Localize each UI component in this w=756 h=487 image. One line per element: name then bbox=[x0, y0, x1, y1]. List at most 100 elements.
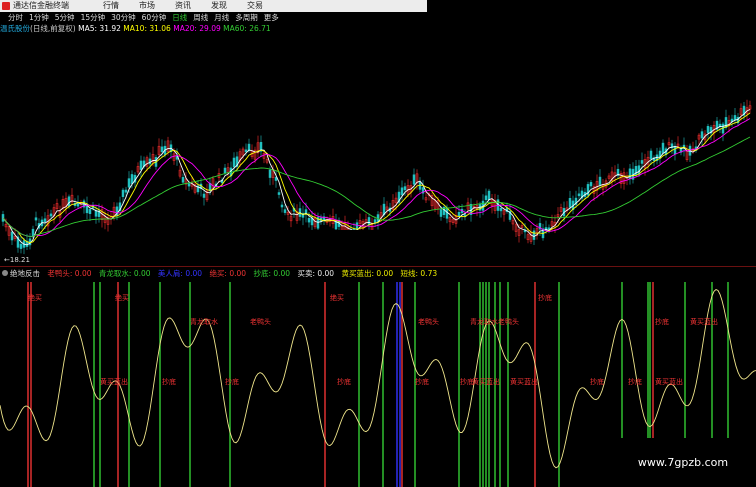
signal-label: 抄底 bbox=[415, 377, 429, 386]
signal-label: 青龙取水 bbox=[470, 317, 498, 326]
indicator-icon[interactable] bbox=[2, 270, 8, 276]
candle-body bbox=[403, 186, 407, 191]
signal-label: 老鸭头 bbox=[250, 317, 271, 326]
period-monthly[interactable]: 月线 bbox=[214, 12, 229, 23]
candle-body bbox=[412, 174, 416, 185]
period-intraday[interactable]: 分时 bbox=[8, 12, 23, 23]
ind-laoyatou: 老鸭头: 0.00 bbox=[47, 269, 92, 278]
title-bar: 通达信金融终端 行情 市场 资讯 发现 交易 bbox=[0, 0, 427, 12]
indicator-legend: 绝地反击 老鸭头: 0.00 青龙取水: 0.00 美人肩: 0.00 绝买: … bbox=[0, 269, 442, 279]
candle-body bbox=[577, 193, 581, 197]
signal-label: 老鸭头 bbox=[418, 317, 439, 326]
signal-label: 抄底 bbox=[162, 377, 176, 386]
period-more[interactable]: 更多 bbox=[264, 12, 279, 23]
signal-label: 黄买蓝出 bbox=[655, 377, 683, 386]
candle-body bbox=[67, 196, 71, 207]
ind-duanxian: 短线: 0.73 bbox=[400, 269, 438, 278]
ind-huangmai: 黄买蓝出: 0.00 bbox=[341, 269, 394, 278]
candle-body bbox=[202, 193, 206, 198]
ma60-line bbox=[2, 136, 751, 238]
candle-body bbox=[247, 143, 251, 151]
candle-body bbox=[88, 209, 92, 214]
signal-label: 绝买 bbox=[115, 293, 129, 302]
period-daily[interactable]: 日线 bbox=[172, 12, 187, 23]
ma-legend: 温氏股份(日线,前复权) MA5: 31.92 MA10: 31.06 MA20… bbox=[0, 24, 271, 34]
panel-divider[interactable] bbox=[0, 266, 756, 267]
ma10-value: MA10: 31.06 bbox=[123, 24, 171, 33]
watermark: www.7gpzb.com bbox=[610, 438, 756, 487]
signal-label: 黄买蓝出 bbox=[690, 317, 718, 326]
candle-body bbox=[232, 157, 236, 168]
candle-body bbox=[532, 230, 536, 240]
menu-item-market[interactable]: 行情 bbox=[103, 1, 119, 10]
ma5-value: MA5: 31.92 bbox=[78, 24, 121, 33]
signal-label: 黄买蓝出 bbox=[100, 377, 128, 386]
ma60-value: MA60: 26.71 bbox=[223, 24, 271, 33]
candle-body bbox=[130, 174, 134, 185]
candle-body bbox=[589, 182, 593, 187]
period-60min[interactable]: 60分钟 bbox=[142, 12, 167, 23]
candle-body bbox=[139, 160, 143, 170]
candle-body bbox=[43, 218, 47, 223]
ind-juemai: 绝买: 0.00 bbox=[209, 269, 247, 278]
period-30min[interactable]: 30分钟 bbox=[111, 12, 136, 23]
ind-maimai: 买卖: 0.00 bbox=[297, 269, 335, 278]
candle-body bbox=[598, 176, 602, 186]
signal-label: 抄底 bbox=[628, 377, 642, 386]
candle-body bbox=[124, 189, 128, 193]
period-5min[interactable]: 5分钟 bbox=[55, 12, 75, 23]
candle-body bbox=[10, 231, 14, 241]
candlestick-chart[interactable] bbox=[0, 23, 756, 265]
candle-body bbox=[121, 189, 125, 198]
stock-name: 温氏股份 bbox=[0, 24, 30, 33]
menu-item-board[interactable]: 市场 bbox=[139, 1, 155, 10]
candle-body bbox=[160, 146, 164, 152]
candle-body bbox=[484, 195, 488, 201]
candle-body bbox=[373, 219, 377, 223]
candle-body bbox=[628, 168, 632, 180]
candle-body bbox=[649, 150, 653, 160]
candle-body bbox=[187, 183, 191, 187]
low-price-label: ←18.21 bbox=[4, 256, 30, 264]
candle-body bbox=[706, 126, 710, 133]
signal-label: 抄底 bbox=[590, 377, 604, 386]
candle-body bbox=[367, 217, 371, 226]
ind-chaodi: 抄底: 0.00 bbox=[253, 269, 291, 278]
period-1min[interactable]: 1分钟 bbox=[29, 12, 49, 23]
candle-body bbox=[673, 145, 677, 155]
candle-body bbox=[733, 115, 737, 121]
candle-body bbox=[223, 167, 227, 174]
signal-label: 绝买 bbox=[330, 293, 344, 302]
ind-qinglong: 青龙取水: 0.00 bbox=[98, 269, 151, 278]
period-15min[interactable]: 15分钟 bbox=[81, 12, 106, 23]
app-logo-icon bbox=[2, 2, 10, 10]
candle-body bbox=[487, 190, 491, 201]
blank-overlay bbox=[246, 230, 510, 256]
menu-item-trade[interactable]: 交易 bbox=[247, 1, 263, 10]
candle-body bbox=[640, 160, 644, 164]
candle-body bbox=[34, 217, 38, 221]
menu-item-discover[interactable]: 发现 bbox=[211, 1, 227, 10]
candle-body bbox=[49, 213, 53, 217]
main-menu: 行情 市场 资讯 发现 交易 bbox=[103, 0, 283, 12]
period-weekly[interactable]: 周线 bbox=[193, 12, 208, 23]
signal-label: 抄底 bbox=[655, 317, 669, 326]
candle-body bbox=[19, 243, 23, 249]
candle-body bbox=[661, 142, 665, 154]
menu-item-news[interactable]: 资讯 bbox=[175, 1, 191, 10]
signal-label: 抄底 bbox=[337, 377, 351, 386]
candle-body bbox=[700, 131, 704, 139]
candle-body bbox=[400, 187, 404, 196]
candle-body bbox=[244, 149, 248, 153]
candle-body bbox=[277, 192, 281, 195]
candle-body bbox=[268, 169, 272, 178]
signal-label: 抄底 bbox=[225, 377, 239, 386]
candle-body bbox=[127, 178, 131, 188]
candle-body bbox=[718, 123, 722, 127]
signal-label: 抄底 bbox=[538, 293, 552, 302]
ma20-line bbox=[2, 118, 751, 238]
period-bar: 分时 1分钟 5分钟 15分钟 30分钟 60分钟 日线 周线 月线 多周期 更… bbox=[0, 12, 427, 23]
period-multi[interactable]: 多周期 bbox=[235, 12, 258, 23]
ma20-value: MA20: 29.09 bbox=[173, 24, 221, 33]
ma5-line bbox=[2, 109, 751, 246]
